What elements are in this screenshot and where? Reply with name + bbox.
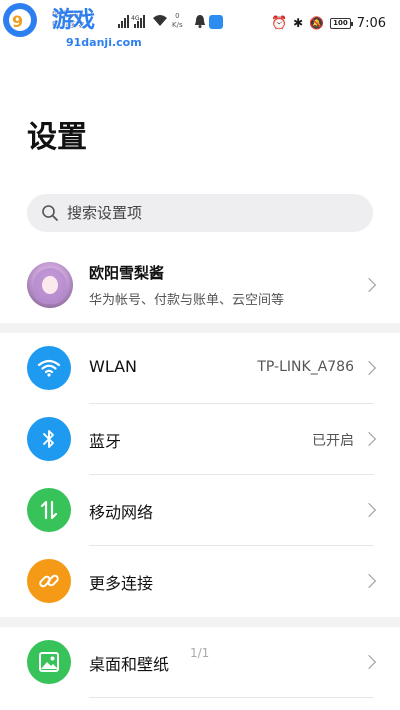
net-speed-value: 0 — [175, 12, 180, 20]
settings-item-desktop-wallpaper[interactable]: 桌面和壁纸 — [0, 627, 400, 698]
link-icon — [27, 559, 71, 603]
mobile-data-icon — [27, 488, 71, 532]
bluetooth-status-icon: ✱ — [293, 16, 304, 30]
bluetooth-icon — [27, 417, 71, 461]
wifi-status-icon — [153, 15, 167, 26]
settings-item-mobile-network[interactable]: 移动网络 — [0, 475, 400, 546]
settings-item-value: 已开启 — [312, 433, 354, 449]
chevron-right-icon — [361, 502, 377, 518]
page-indicator: 1/1 — [190, 646, 210, 660]
settings-item-bluetooth[interactable]: 蓝牙 已开启 — [0, 404, 400, 475]
page-title: 设置 — [27, 120, 87, 155]
row-divider — [89, 697, 374, 698]
chevron-right-icon — [361, 431, 377, 447]
watermark-text: 游戏 — [52, 8, 95, 33]
chevron-right-icon — [361, 360, 377, 376]
clock: 7:06 — [356, 15, 386, 31]
app-notification-icon — [209, 15, 223, 29]
svg-text:9: 9 — [12, 12, 23, 31]
chevron-right-icon — [361, 277, 377, 293]
wifi-icon — [27, 346, 71, 390]
settings-item-label: WLAN — [89, 357, 138, 376]
alarm-icon: ⏰ — [270, 15, 288, 31]
avatar — [27, 262, 73, 308]
signal-label: 4G — [131, 15, 140, 22]
settings-item-label: 更多连接 — [89, 574, 154, 593]
mute-icon: 🔕 — [309, 16, 325, 30]
account-subtitle: 华为帐号、付款与账单、云空间等 — [89, 293, 285, 308]
watermark-url: 91danji.com — [66, 36, 142, 49]
settings-item-more-connections[interactable]: 更多连接 — [0, 546, 400, 617]
search-icon — [42, 205, 58, 221]
settings-item-label: 蓝牙 — [89, 432, 122, 451]
status-right: ⏰ ✱ 🔕 100 7:06 — [271, 14, 386, 32]
search-input[interactable] — [67, 204, 347, 222]
chevron-right-icon — [361, 654, 377, 670]
watermark-logo-icon: 9 — [3, 3, 37, 37]
net-speed-unit: K/s — [172, 21, 183, 29]
account-row[interactable]: 欧阳雪梨酱 华为帐号、付款与账单、云空间等 — [0, 250, 400, 320]
wallpaper-icon — [27, 640, 71, 684]
account-name: 欧阳雪梨酱 — [89, 264, 165, 282]
settings-item-value: TP-LINK_A786 — [257, 359, 354, 375]
notification-icon — [195, 15, 205, 28]
battery-icon: 100 — [330, 17, 353, 29]
section-divider — [0, 323, 400, 333]
search-bar[interactable] — [27, 194, 373, 232]
settings-item-label: 移动网络 — [89, 503, 154, 522]
settings-item-wlan[interactable]: WLAN TP-LINK_A786 — [0, 333, 400, 404]
chevron-right-icon — [361, 573, 377, 589]
signal-icon: 4G — [118, 15, 145, 28]
net-speed: 0 K/s — [172, 12, 183, 30]
status-bar: 9 中国联通 中国移动 游戏 91danji.com 4G 0 K/s ⏰ ✱ … — [0, 0, 400, 49]
section-divider — [0, 617, 400, 627]
settings-item-label: 桌面和壁纸 — [89, 655, 170, 674]
